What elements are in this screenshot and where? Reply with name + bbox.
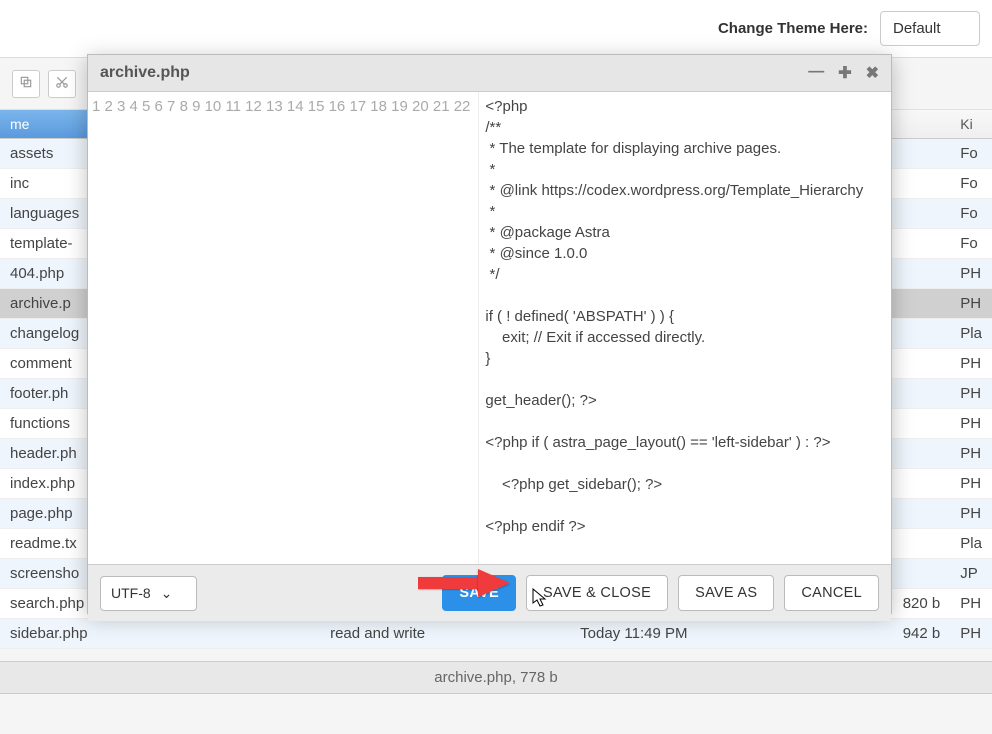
editor-modal: archive.php — ✚ ✖ 1 2 3 4 5 6 7 8 9 10 1… <box>87 54 892 614</box>
top-bar: Change Theme Here: Default <box>0 0 992 58</box>
encoding-select[interactable]: UTF-8 ⌄ <box>100 576 197 611</box>
close-icon[interactable]: ✖ <box>866 63 879 83</box>
save-as-button[interactable]: SAVE AS <box>678 575 774 611</box>
editor-header: archive.php — ✚ ✖ <box>88 55 891 92</box>
cell-kind: Fo <box>950 169 992 199</box>
line-gutter: 1 2 3 4 5 6 7 8 9 10 11 12 13 14 15 16 1… <box>88 92 479 564</box>
save-button[interactable]: SAVE <box>442 575 516 611</box>
theme-label: Change Theme Here: <box>718 20 868 37</box>
cell-kind: PH <box>950 499 992 529</box>
editor-footer: UTF-8 ⌄ SAVE SAVE & CLOSE SAVE AS CANCEL <box>88 564 891 621</box>
editor-title: archive.php <box>100 64 808 82</box>
cell-size: 942 b <box>810 619 950 649</box>
cursor-icon <box>530 587 548 609</box>
theme-select[interactable]: Default <box>880 11 980 46</box>
cell-kind: Pla <box>950 319 992 349</box>
cell-kind: PH <box>950 619 992 649</box>
cell-kind: PH <box>950 379 992 409</box>
cell-kind: PH <box>950 469 992 499</box>
cell-kind: Pla <box>950 529 992 559</box>
editor-body: 1 2 3 4 5 6 7 8 9 10 11 12 13 14 15 16 1… <box>88 92 891 564</box>
maximize-icon[interactable]: ✚ <box>838 63 851 83</box>
cancel-button[interactable]: CANCEL <box>784 575 879 611</box>
cell-mod: Today 11:49 PM <box>570 619 810 649</box>
copy-icon[interactable] <box>12 70 40 98</box>
minimize-icon[interactable]: — <box>808 63 824 83</box>
theme-select-value: Default <box>893 20 941 37</box>
cell-kind: PH <box>950 349 992 379</box>
cell-kind: PH <box>950 289 992 319</box>
cell-kind: PH <box>950 259 992 289</box>
table-row[interactable]: sidebar.phpread and writeToday 11:49 PM9… <box>0 619 992 649</box>
code-editor[interactable]: 1 2 3 4 5 6 7 8 9 10 11 12 13 14 15 16 1… <box>88 92 891 564</box>
cell-name: sidebar.php <box>0 619 320 649</box>
code-lines[interactable]: <?php /** * The template for displaying … <box>479 92 863 564</box>
cell-kind: JP <box>950 559 992 589</box>
cell-kind: Fo <box>950 229 992 259</box>
col-kind[interactable]: Ki <box>950 110 992 139</box>
cell-kind: PH <box>950 409 992 439</box>
cell-kind: Fo <box>950 139 992 169</box>
cut-icon[interactable] <box>48 70 76 98</box>
cell-kind: PH <box>950 439 992 469</box>
cell-kind: PH <box>950 589 992 619</box>
cell-perm: read and write <box>320 619 570 649</box>
chevron-down-icon: ⌄ <box>161 585 173 601</box>
encoding-value: UTF-8 <box>111 585 151 601</box>
cell-kind: Fo <box>950 199 992 229</box>
status-bar: archive.php, 778 b <box>0 661 992 694</box>
